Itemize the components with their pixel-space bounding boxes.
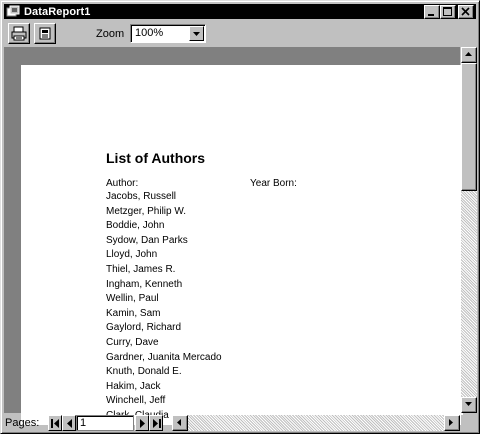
arrow-right-icon xyxy=(449,419,453,426)
close-button[interactable] xyxy=(458,5,474,19)
title-bar[interactable]: DataReport1 xyxy=(4,4,476,19)
minimize-button[interactable] xyxy=(424,5,440,19)
list-item: Hakim, Jack xyxy=(106,380,161,392)
toolbar: Zoom 100% xyxy=(4,21,476,47)
report-page: List of Authors Author: Year Born: Jacob… xyxy=(21,65,463,425)
next-page-button[interactable] xyxy=(135,415,149,431)
list-item: Winchell, Jeff xyxy=(106,395,166,407)
list-item: Lloyd, John xyxy=(106,249,158,261)
size-grip[interactable] xyxy=(461,415,477,431)
scroll-right-button[interactable] xyxy=(444,415,460,431)
previous-page-icon xyxy=(67,419,72,428)
zoom-value: 100% xyxy=(135,27,164,39)
zoom-label: Zoom xyxy=(96,28,125,40)
last-page-icon xyxy=(153,419,161,428)
list-item: Kamin, Sam xyxy=(106,307,161,319)
report-title: List of Authors xyxy=(106,150,206,166)
maximize-button[interactable] xyxy=(440,5,456,19)
minimize-icon xyxy=(428,14,434,16)
list-item: Thiel, James R. xyxy=(106,263,176,275)
first-page-button[interactable] xyxy=(48,415,62,431)
list-item: Jacobs, Russell xyxy=(106,191,177,202)
list-item: Knuth, Donald E. xyxy=(106,366,182,378)
horizontal-scrollbar[interactable] xyxy=(172,415,460,431)
window-title: DataReport1 xyxy=(24,5,91,18)
last-page-button[interactable] xyxy=(149,415,163,431)
scroll-left-button[interactable] xyxy=(172,415,188,431)
export-icon xyxy=(39,27,51,40)
scroll-up-button[interactable] xyxy=(461,47,477,63)
list-item: Ingham, Kenneth xyxy=(106,278,183,290)
arrow-down-icon xyxy=(465,402,472,406)
chevron-down-icon xyxy=(193,32,200,36)
report-viewport[interactable]: List of Authors Author: Year Born: Jacob… xyxy=(4,47,463,425)
previous-page-button[interactable] xyxy=(62,415,76,431)
list-item: Boddie, John xyxy=(106,220,165,232)
page-navigation-bar: Pages: 1 xyxy=(4,414,477,432)
report-window: DataReport1 Zoom 100% List of Authors Au… xyxy=(0,0,480,434)
arrow-up-icon xyxy=(465,52,472,56)
list-item: Wellin, Paul xyxy=(106,293,159,305)
vertical-scroll-thumb[interactable] xyxy=(461,63,477,191)
page-number-field[interactable]: 1 xyxy=(76,415,134,431)
app-icon[interactable] xyxy=(6,5,20,18)
vertical-scrollbar[interactable] xyxy=(461,47,477,413)
list-item: Curry, Dave xyxy=(106,336,159,348)
close-icon xyxy=(461,7,470,16)
scroll-down-button[interactable] xyxy=(461,397,477,413)
next-page-icon xyxy=(140,419,145,428)
export-button[interactable] xyxy=(34,23,56,44)
year-born-column-header: Year Born: xyxy=(250,178,297,189)
author-column-header: Author: xyxy=(106,178,139,189)
maximize-icon xyxy=(443,7,452,16)
arrow-left-icon xyxy=(177,419,181,426)
pages-label: Pages: xyxy=(5,417,40,429)
zoom-select[interactable]: 100% xyxy=(130,24,206,43)
list-item: Gardner, Juanita Mercado xyxy=(106,351,222,363)
print-button[interactable] xyxy=(8,23,30,44)
list-item: Metzger, Philip W. xyxy=(106,205,187,217)
list-item: Gaylord, Richard xyxy=(106,322,182,334)
list-item: Sydow, Dan Parks xyxy=(106,234,188,246)
author-list: Jacobs, Russell Metzger, Philip W. Boddi… xyxy=(106,190,222,424)
zoom-dropdown-button[interactable] xyxy=(189,26,204,41)
printer-icon xyxy=(11,26,27,41)
first-page-icon xyxy=(51,419,59,428)
